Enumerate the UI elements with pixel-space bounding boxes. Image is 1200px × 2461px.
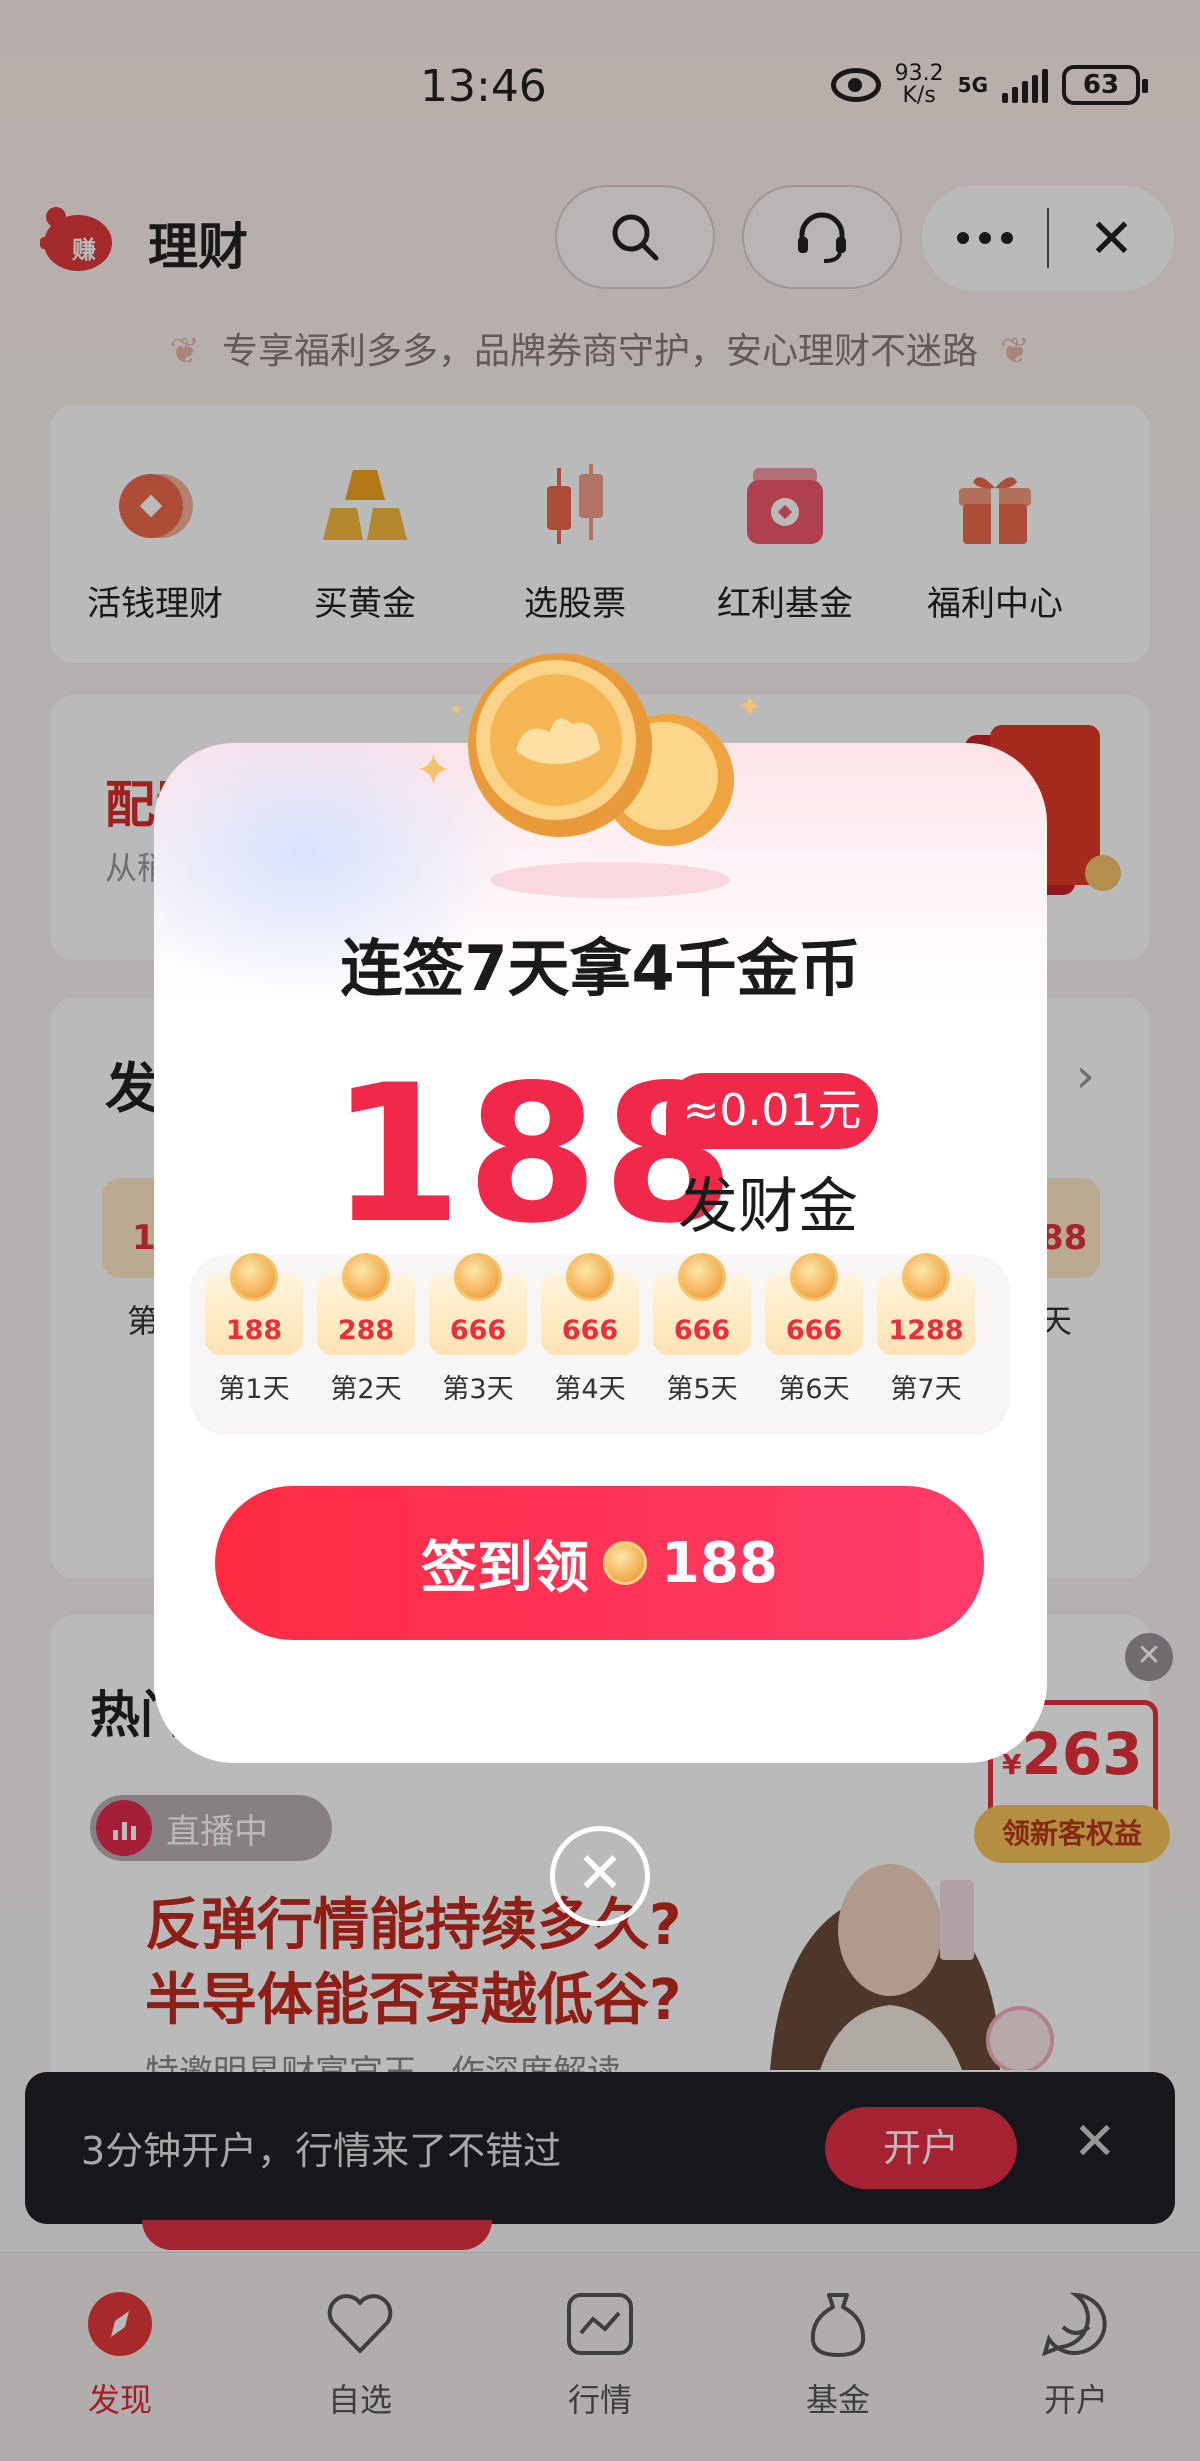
- sparkle-icon: ✦: [415, 745, 452, 796]
- coin-icon: [342, 1253, 390, 1301]
- day-label: 第1天: [218, 1374, 290, 1405]
- day-reward-item: 666 第4天: [540, 1253, 640, 1406]
- day-chip: 666: [653, 1253, 751, 1355]
- checkin-button[interactable]: 签到领 188: [215, 1486, 984, 1640]
- coin-icon: [454, 1253, 502, 1301]
- coin-icon: [678, 1253, 726, 1301]
- coin-icon: [603, 1541, 648, 1585]
- day-chip: 666: [429, 1253, 527, 1355]
- day-chip: 288: [317, 1253, 415, 1355]
- reward-unit: 发财金: [678, 1172, 858, 1242]
- checkin-button-amount: 188: [661, 1530, 778, 1596]
- day-reward-item: 666 第6天: [764, 1253, 864, 1406]
- day-value: 188: [225, 1315, 283, 1346]
- day-rewards-strip: 188 第1天 288 第2天 666 第3天 666 第4天 666 第5天 666 第6…: [190, 1253, 1010, 1435]
- coin-icon: [230, 1253, 278, 1301]
- day-value: 666: [561, 1315, 619, 1346]
- day-reward-item: 666 第3天: [428, 1253, 528, 1406]
- day-reward-item: 288 第2天: [316, 1253, 416, 1406]
- sparkle-icon: ✦: [450, 700, 464, 719]
- day-value: 1288: [888, 1315, 964, 1346]
- checkin-button-label: 签到领: [421, 1535, 590, 1601]
- modal-close-icon[interactable]: ✕: [550, 1826, 650, 1926]
- day-chip: 188: [205, 1253, 303, 1355]
- gold-coins-illustration: [468, 653, 734, 898]
- coin-icon: [902, 1253, 950, 1301]
- day-value: 666: [785, 1315, 843, 1346]
- day-label: 第2天: [330, 1374, 402, 1405]
- modal-title: 连签7天拿4千金币: [340, 932, 861, 1005]
- day-label: 第3天: [442, 1374, 514, 1405]
- day-value: 666: [673, 1315, 731, 1346]
- day-chip: 666: [541, 1253, 639, 1355]
- day-label: 第5天: [666, 1374, 738, 1405]
- day-value: 288: [337, 1315, 395, 1346]
- day-label: 第4天: [554, 1374, 626, 1405]
- day-label: 第6天: [778, 1374, 850, 1405]
- day-reward-item: 666 第5天: [652, 1253, 752, 1406]
- day-reward-item: 188 第1天: [204, 1253, 304, 1406]
- approx-value-badge: ≈0.01元: [666, 1073, 878, 1149]
- coin-icon: [790, 1253, 838, 1301]
- day-label: 第7天: [890, 1374, 962, 1405]
- day-reward-item: 1288 第7天: [876, 1253, 976, 1406]
- day-chip: 1288: [877, 1253, 975, 1355]
- day-value: 666: [449, 1315, 507, 1346]
- day-chip: 666: [765, 1253, 863, 1355]
- sparkle-icon: ✦: [737, 690, 763, 725]
- coin-icon: [566, 1253, 614, 1301]
